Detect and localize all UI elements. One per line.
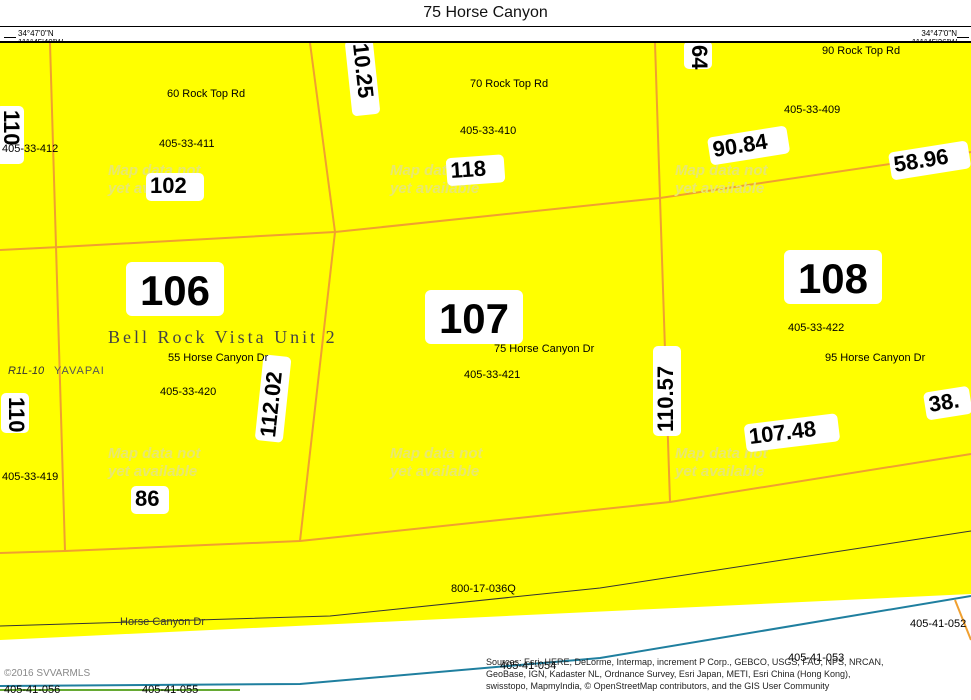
address-label: 70 Rock Top Rd (470, 78, 548, 90)
lot-number: 106 (140, 267, 210, 314)
address-label: 90 Rock Top Rd (822, 45, 900, 57)
parcel-id: 405-41-056 (4, 684, 60, 696)
watermark-text: yet available (107, 463, 197, 480)
parcel-id: 405-33-422 (788, 322, 844, 334)
map-title: 75 Horse Canyon (423, 4, 548, 21)
dimension-label: 110 (0, 110, 24, 146)
dimension-label: 118 (450, 156, 487, 183)
parcel-id: 405-33-410 (460, 125, 516, 137)
copyright-label: ©2016 SVVARMLS (4, 668, 90, 679)
watermark-text: yet available (389, 463, 479, 480)
lot-number: 107 (439, 295, 509, 342)
zoning-label: R1L-10 (8, 365, 45, 377)
parcel-map[interactable]: Map data not yet available Map data not … (0, 43, 971, 699)
watermark-text: yet available (674, 463, 764, 480)
watermark-text: Map data not (390, 445, 484, 462)
attribution-line: swisstopo, MapmyIndia, © OpenStreetMap c… (486, 681, 830, 691)
parcel-id: 405-33-421 (464, 369, 520, 381)
parcel-id: 405-41-052 (910, 618, 966, 630)
lot-number: 108 (798, 255, 868, 302)
parcel-id: 405-41-055 (142, 684, 198, 696)
address-label: 55 Horse Canyon Dr (168, 352, 269, 364)
road-label: Horse Canyon Dr (120, 616, 205, 628)
watermark-text: yet available (674, 180, 764, 197)
dimension-label: 64 (687, 45, 712, 70)
coord-arrow-right (957, 37, 969, 38)
parcel-map-svg: Map data not yet available Map data not … (0, 43, 971, 696)
parcel-id: 405-33-419 (2, 471, 58, 483)
coord-arrow-left (4, 37, 16, 38)
dimension-label: 110.57 (653, 366, 678, 432)
watermark-text: Map data not (675, 162, 769, 179)
address-label: 60 Rock Top Rd (167, 88, 245, 100)
parcel-id: 405-33-412 (2, 143, 58, 155)
county-label: YAVAPAI (54, 365, 105, 377)
attribution-line: Sources: Esri, HERE, DeLorme, Intermap, … (486, 657, 883, 667)
dimension-label: 110 (4, 397, 29, 433)
parcel-id: 405-33-411 (159, 138, 214, 150)
parcel-id: 405-33-420 (160, 386, 216, 398)
parcel-id: 405-33-409 (784, 104, 840, 116)
attribution-line: GeoBase, IGN, Kadaster NL, Ordnance Surv… (486, 669, 851, 679)
address-label: 75 Horse Canyon Dr (494, 343, 595, 355)
address-label: 95 Horse Canyon Dr (825, 352, 926, 364)
parcel-id: 800-17-036Q (451, 583, 516, 595)
subdivision-label: Bell Rock Vista Unit 2 (108, 327, 338, 347)
dimension-label: 38. (927, 387, 961, 416)
dimension-label: 102 (150, 173, 187, 198)
watermark-text: Map data not (108, 445, 202, 462)
dimension-label: 86 (135, 486, 159, 511)
